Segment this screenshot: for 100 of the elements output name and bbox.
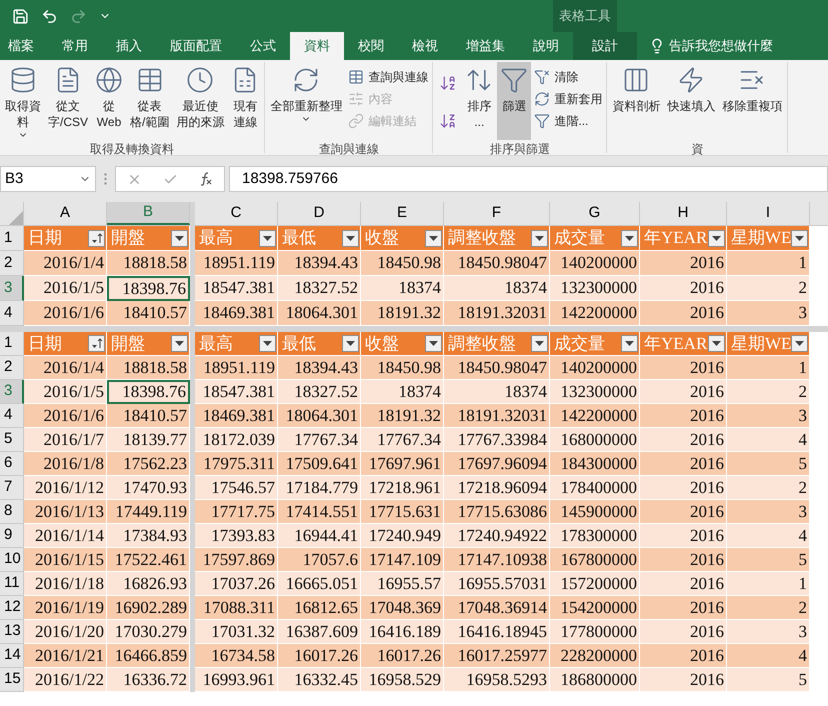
ribbon-button[interactable]: 排序 ... xyxy=(462,62,496,140)
group-label: 取得及轉換資料 xyxy=(89,141,176,155)
ribbon-tab[interactable]: 檢視 xyxy=(398,32,452,60)
row-header[interactable]: 5 xyxy=(0,428,24,452)
row-header[interactable]: 13 xyxy=(0,620,24,644)
ribbon-button[interactable]: 取得資 料 xyxy=(2,62,44,140)
row-header[interactable]: 1 xyxy=(0,226,24,251)
row-header[interactable]: 8 xyxy=(0,500,24,524)
sort-filter-button[interactable] xyxy=(88,335,105,352)
table-cell: 16955.57031 xyxy=(444,572,550,596)
table-cell: 16017.25977 xyxy=(444,644,550,668)
ribbon-button[interactable]: 篩選 xyxy=(497,62,532,140)
ribbon-tab[interactable]: 常用 xyxy=(48,32,102,60)
table-cell: 2 xyxy=(727,596,810,620)
row-header[interactable]: 3 xyxy=(0,276,24,301)
formula-field[interactable]: 18398.759766 xyxy=(229,166,828,192)
row-header[interactable]: 11 xyxy=(0,572,24,596)
save-icon[interactable] xyxy=(12,8,29,24)
row-header[interactable]: 15 xyxy=(0,668,24,692)
tell-me-field[interactable]: 告訴我您想做什麼 xyxy=(637,32,773,60)
table-cell: 18374 xyxy=(361,380,444,404)
table-cell: 2016 xyxy=(640,452,727,476)
function-icon[interactable] xyxy=(199,172,214,186)
ribbon-tab[interactable]: 設計 xyxy=(573,32,637,60)
filter-dropdown-button[interactable] xyxy=(621,230,638,246)
column-header[interactable]: F xyxy=(444,202,550,225)
filter-dropdown-button[interactable] xyxy=(531,230,548,246)
table-cell: 16665.051 xyxy=(278,572,361,596)
ribbon-tab[interactable]: 版面配置 xyxy=(156,32,236,60)
table-cell: 178400000 xyxy=(550,476,640,500)
ribbon-tab[interactable]: 公式 xyxy=(236,32,290,60)
row-header[interactable]: 12 xyxy=(0,596,24,620)
row-header[interactable]: 4 xyxy=(0,301,24,326)
ribbon-button[interactable]: 移除重複項 xyxy=(719,62,786,140)
filter-dropdown-button[interactable] xyxy=(342,335,359,352)
filter-dropdown-button[interactable] xyxy=(342,230,359,246)
ribbon-button[interactable]: 重新套用 xyxy=(532,88,604,110)
filter-dropdown-button[interactable] xyxy=(708,335,725,352)
table-cell: 16734.58 xyxy=(195,644,278,668)
undo-icon[interactable] xyxy=(41,8,58,24)
filter-dropdown-button[interactable] xyxy=(791,230,808,246)
caret-icon xyxy=(625,341,634,346)
table-cell: 16902.289 xyxy=(107,596,190,620)
column-header[interactable]: E xyxy=(361,202,444,225)
row-header[interactable]: 2 xyxy=(0,251,24,276)
row-header[interactable]: 10 xyxy=(0,548,24,572)
table-cell: 18172.039 xyxy=(195,428,278,452)
ribbon-button[interactable]: 清除 xyxy=(532,66,604,88)
filter-dropdown-button[interactable] xyxy=(425,230,442,246)
table-cell: 140200000 xyxy=(550,251,640,276)
row-header[interactable]: 3 xyxy=(0,380,24,404)
ribbon-tab[interactable]: 資料 xyxy=(290,32,344,60)
table-cell: 5 xyxy=(727,548,810,572)
row-header[interactable]: 9 xyxy=(0,524,24,548)
table-cell: 17717.75 xyxy=(195,500,278,524)
row-header[interactable]: 6 xyxy=(0,452,24,476)
table-cell: 2016 xyxy=(640,476,727,500)
ribbon-button[interactable]: 最近使 用的來源 xyxy=(173,62,228,140)
filter-dropdown-button[interactable] xyxy=(171,230,188,246)
filter-dropdown-button[interactable] xyxy=(531,335,548,352)
sort-filter-button[interactable] xyxy=(88,230,105,246)
row-header[interactable]: 4 xyxy=(0,404,24,428)
filter-dropdown-button[interactable] xyxy=(791,335,808,352)
table-cell: 18951.119 xyxy=(195,251,278,276)
ribbon-button[interactable]: 現有 連線 xyxy=(228,62,262,140)
column-header[interactable]: I xyxy=(727,202,810,225)
ribbon-button[interactable]: 查詢與連線 xyxy=(346,66,430,88)
row-header[interactable]: 2 xyxy=(0,356,24,380)
column-header[interactable]: D xyxy=(278,202,361,225)
ribbon-tab[interactable]: 校閱 xyxy=(344,32,398,60)
table-cell: 4 xyxy=(727,428,810,452)
ribbon-tab[interactable]: 說明 xyxy=(519,32,573,60)
ribbon-button[interactable]: 從文 字/CSV xyxy=(45,62,92,140)
column-header[interactable]: H xyxy=(640,202,727,225)
ribbon-tab[interactable]: 插入 xyxy=(102,32,156,60)
ribbon-tab[interactable]: 增益集 xyxy=(452,32,519,60)
filter-dropdown-button[interactable] xyxy=(259,230,276,246)
ribbon-tab[interactable]: 檔案 xyxy=(0,32,48,60)
ribbon-button[interactable]: 從 Web xyxy=(92,62,126,140)
filter-dropdown-button[interactable] xyxy=(171,335,188,352)
ribbon-button[interactable]: 快速填入 xyxy=(664,62,718,140)
table-icon xyxy=(348,69,364,85)
name-box[interactable]: B3 xyxy=(0,166,96,192)
table-cell: 17218.961 xyxy=(361,476,444,500)
row-header[interactable]: 7 xyxy=(0,476,24,500)
ribbon-button[interactable]: 資料剖析 xyxy=(609,62,664,140)
column-header[interactable]: B xyxy=(107,202,190,225)
table-cell: 2016/1/18 xyxy=(24,572,107,596)
filter-dropdown-button[interactable] xyxy=(621,335,638,352)
ribbon-button[interactable]: 進階... xyxy=(532,110,604,132)
filter-dropdown-button[interactable] xyxy=(259,335,276,352)
ribbon-button[interactable]: 全部重新整理 xyxy=(267,62,346,140)
row-header[interactable]: 14 xyxy=(0,644,24,668)
ribbon-button[interactable]: 從表 格/範圍 xyxy=(127,62,172,140)
column-header[interactable]: G xyxy=(550,202,640,225)
filter-dropdown-button[interactable] xyxy=(708,230,725,246)
group-label: 資 xyxy=(690,141,704,155)
table-cell: 18818.58 xyxy=(107,251,190,276)
filter-dropdown-button[interactable] xyxy=(425,335,442,352)
row-header[interactable]: 1 xyxy=(0,332,24,356)
